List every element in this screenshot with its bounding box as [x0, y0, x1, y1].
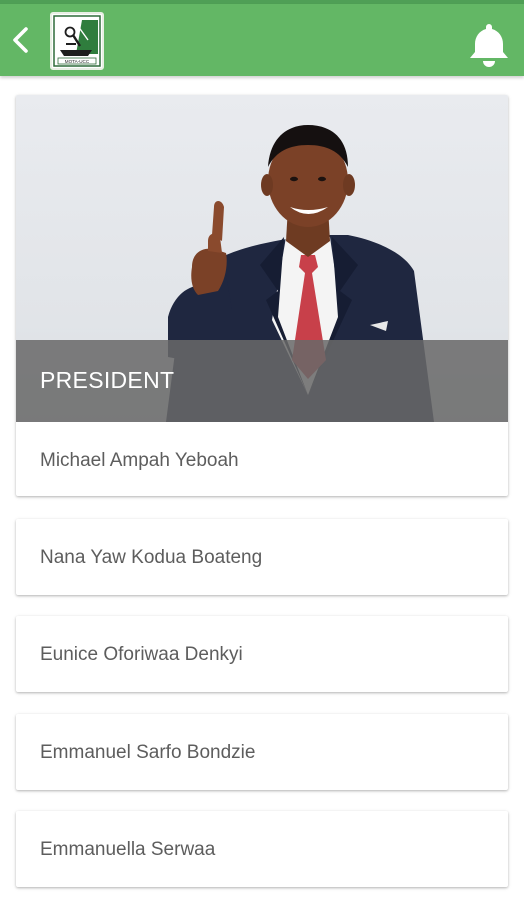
association-logo: MOTA-UCC [50, 12, 104, 70]
member-name: Nana Yaw Kodua Boateng [40, 547, 263, 568]
role-title: PRESIDENT [40, 367, 175, 393]
president-name: Michael Ampah Yeboah [40, 450, 239, 471]
president-card[interactable]: PRESIDENT Michael Ampah Yeboah [16, 95, 508, 496]
logo-text: MOTA-UCC [65, 59, 90, 64]
bell-icon [470, 24, 508, 67]
chevron-left-icon [13, 27, 28, 53]
app-bar: MOTA-UCC [0, 4, 524, 76]
list-item[interactable]: Eunice Oforiwaa Denkyi [16, 616, 508, 692]
notification-button[interactable] [466, 20, 512, 68]
list-item[interactable]: Nana Yaw Kodua Boateng [16, 519, 508, 595]
list-item[interactable]: Emmanuel Sarfo Bondzie [16, 714, 508, 790]
list-item[interactable]: Emmanuella Serwaa [16, 811, 508, 887]
back-button[interactable] [6, 22, 38, 58]
member-name: Emmanuella Serwaa [40, 839, 216, 860]
member-name: Emmanuel Sarfo Bondzie [40, 742, 256, 763]
member-name: Eunice Oforiwaa Denkyi [40, 644, 243, 665]
